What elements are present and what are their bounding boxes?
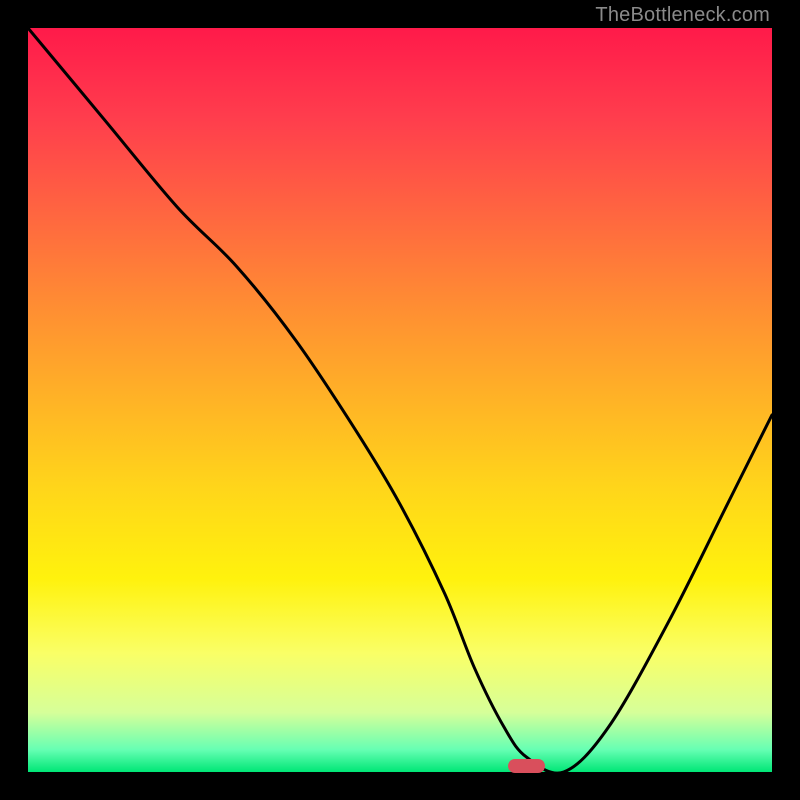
plot-area [28,28,772,772]
watermark-label: TheBottleneck.com [595,4,770,27]
bottleneck-curve [28,28,772,772]
curve-svg [28,28,772,772]
optimal-marker [508,759,545,773]
chart-container: TheBottleneck.com [0,0,800,800]
